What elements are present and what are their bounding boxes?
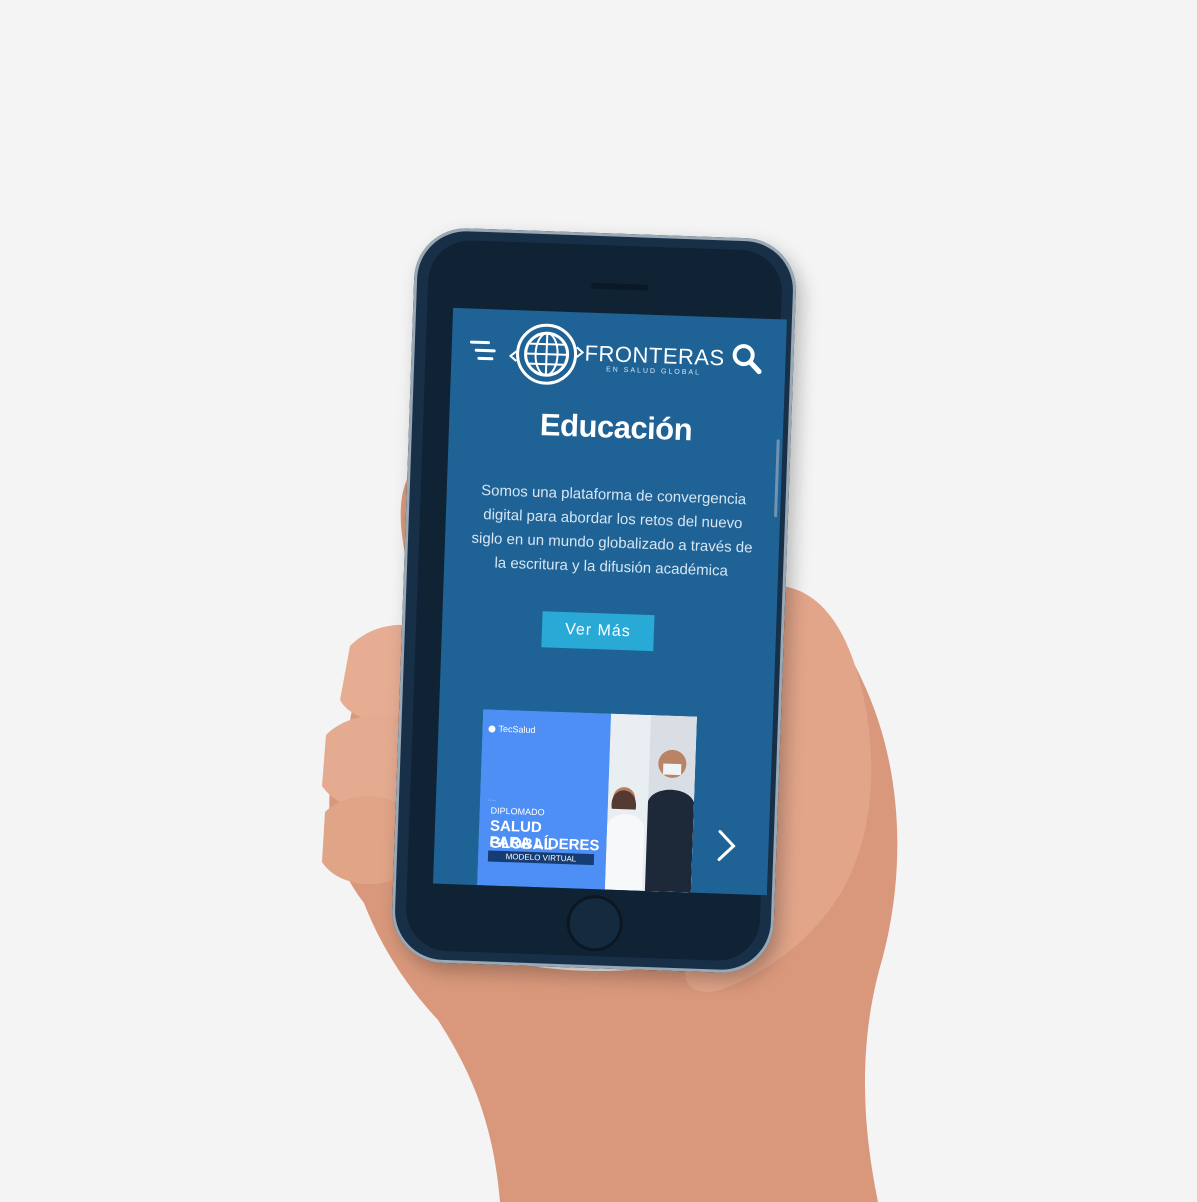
menu-icon-line — [469, 340, 490, 345]
banner-eyebrow-text: ····· — [487, 797, 497, 804]
banner-copy-panel: TecSalud ····· DIPLOMADO SALUD GLOBAL PA… — [476, 709, 612, 890]
menu-icon[interactable] — [469, 339, 498, 364]
app-header: FRONTERAS EN SALUD GLOBAL — [450, 308, 787, 404]
menu-icon-line — [474, 348, 496, 353]
globe-logo-icon — [508, 323, 585, 385]
banner-brand: TecSalud — [498, 723, 536, 736]
page-title: Educación — [539, 407, 693, 448]
menu-icon-line — [477, 356, 494, 361]
home-button[interactable] — [565, 894, 624, 953]
phone-screen: FRONTERAS EN SALUD GLOBAL Educación Somo… — [433, 307, 787, 896]
banner-tag: MODELO VIRTUAL — [487, 850, 595, 866]
see-more-button[interactable]: Ver Más — [541, 611, 655, 652]
search-icon[interactable] — [728, 340, 767, 379]
phone-speaker — [590, 282, 650, 291]
hero-description: Somos una plataforma de convergencia dig… — [471, 482, 753, 580]
phone-device: FRONTERAS EN SALUD GLOBAL Educación Somo… — [390, 226, 798, 975]
banner-kicker: DIPLOMADO — [490, 805, 545, 818]
photo-scene: FRONTERAS EN SALUD GLOBAL Educación Somo… — [0, 0, 1197, 1202]
chevron-right-icon[interactable] — [711, 825, 742, 866]
phone-bezel: FRONTERAS EN SALUD GLOBAL Educación Somo… — [404, 239, 787, 962]
brand-mark-icon — [488, 725, 496, 733]
banner-photo — [604, 713, 698, 893]
people-photo-illustration — [604, 713, 698, 893]
promo-banner[interactable]: TecSalud ····· DIPLOMADO SALUD GLOBAL PA… — [476, 709, 698, 893]
brand-logo[interactable]: FRONTERAS EN SALUD GLOBAL — [505, 318, 725, 395]
